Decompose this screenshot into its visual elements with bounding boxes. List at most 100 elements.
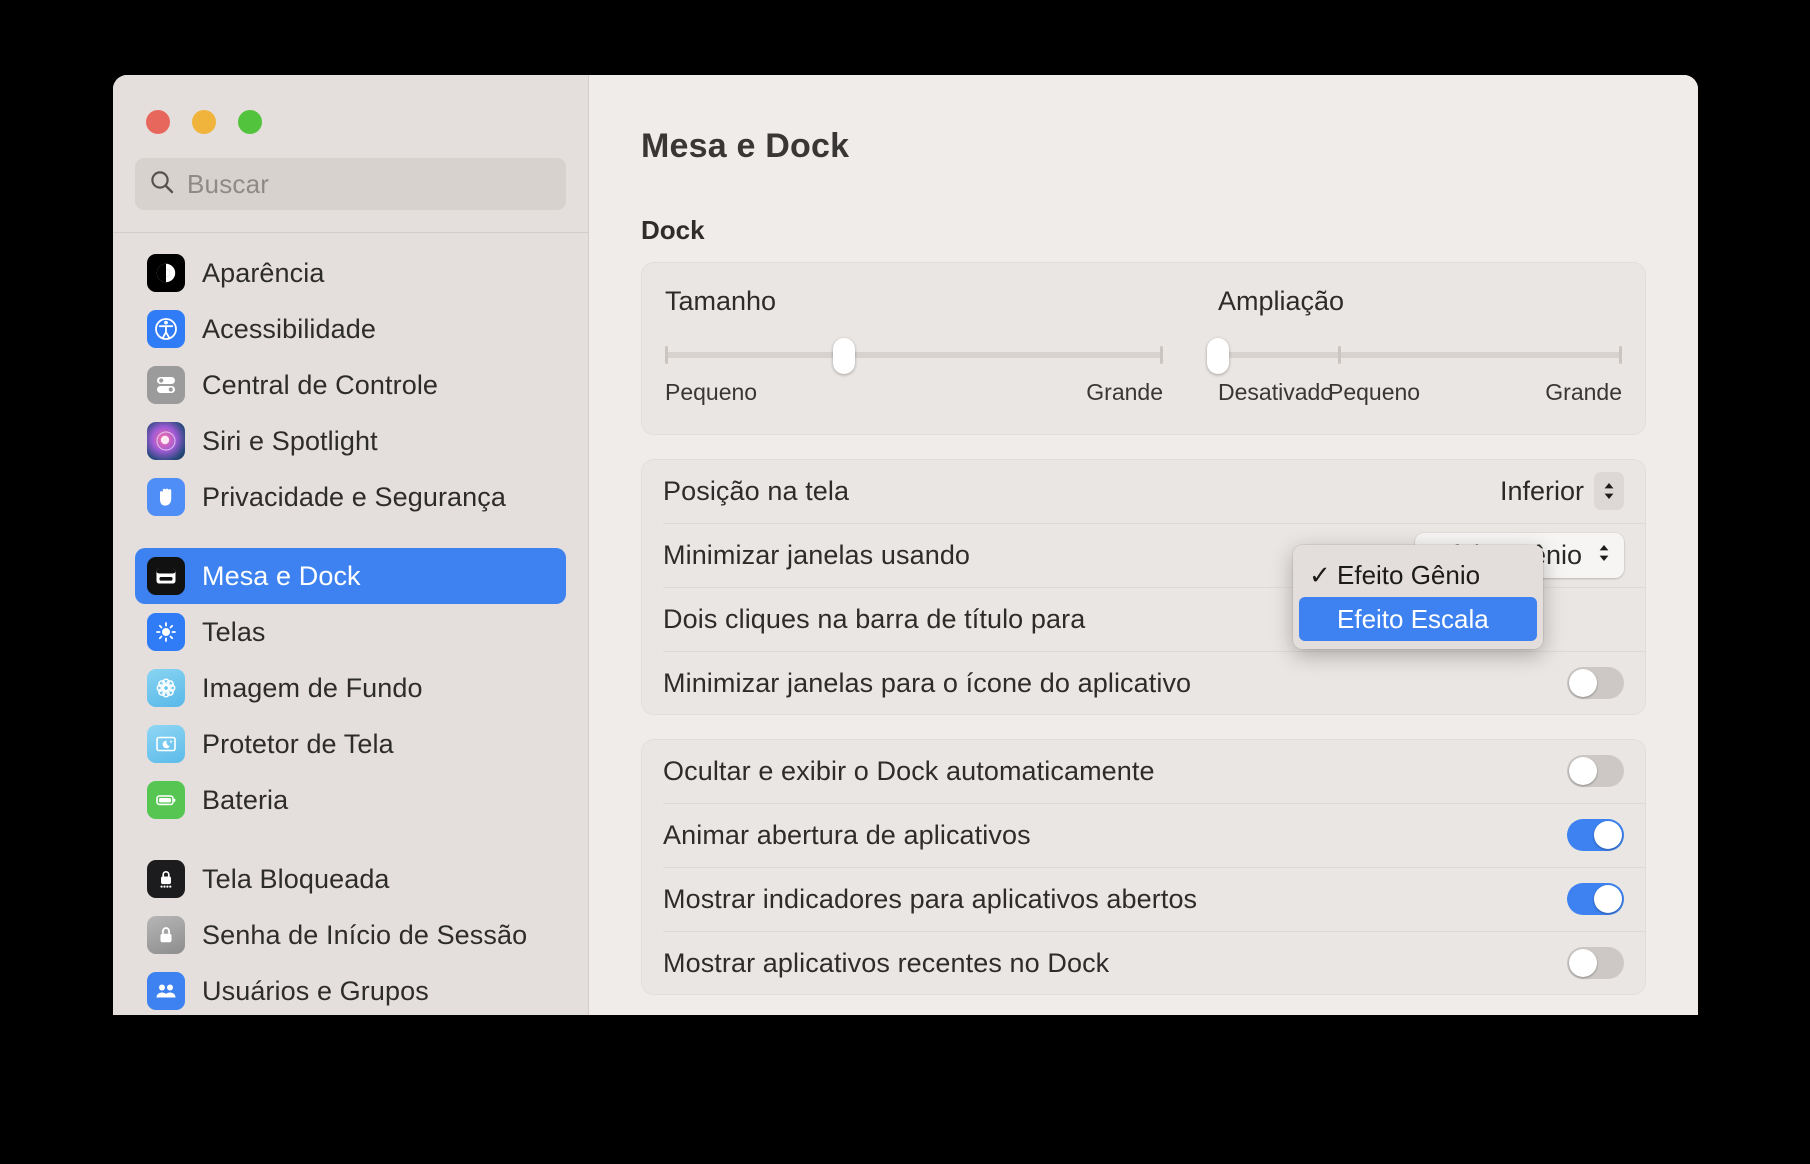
sidebar-item-telas[interactable]: Telas: [135, 604, 566, 660]
dock-behaviour-card: Ocultar e exibir o Dock automaticamente …: [641, 739, 1646, 995]
dock-magnification-max-label: Grande: [1545, 379, 1622, 405]
dock-size-min-label: Pequeno: [665, 379, 758, 405]
toggle-thumb: [1569, 757, 1597, 785]
search-input[interactable]: Buscar: [135, 158, 566, 210]
toggle-thumb: [1594, 821, 1622, 849]
control-center-icon: [147, 366, 185, 404]
sidebar-item-protetor-de-tela[interactable]: Protetor de Tela: [135, 716, 566, 772]
privacy-hand-icon: [147, 478, 185, 516]
sidebar-item-label: Usuários e Grupos: [202, 975, 429, 1006]
close-window-button[interactable]: [146, 110, 170, 134]
accessibility-icon: [147, 310, 185, 348]
sidebar-item-mesa-e-dock[interactable]: Mesa e Dock: [135, 548, 566, 604]
row-autohide-dock[interactable]: Ocultar e exibir o Dock automaticamente: [641, 739, 1646, 803]
row-label: Mostrar indicadores para aplicativos abe…: [663, 883, 1198, 914]
autohide-dock-toggle[interactable]: [1567, 755, 1624, 787]
dock-magnification-off-label: Desativado: [1218, 379, 1334, 405]
dock-size-slider[interactable]: [665, 335, 1163, 375]
search-icon: [149, 169, 175, 200]
toggle-thumb: [1594, 885, 1622, 913]
slider-knob[interactable]: [1207, 338, 1229, 374]
dock-sliders-card: Tamanho Pequeno Grande Ampliação Desativ…: [641, 262, 1646, 435]
sidebar-item-usuarios-e-grupos[interactable]: Usuários e Grupos: [135, 963, 566, 1015]
sidebar-item-label: Telas: [202, 616, 266, 647]
search-container: Buscar: [113, 134, 588, 210]
dock-magnification-label: Ampliação: [1218, 286, 1345, 316]
screensaver-moon-icon: [147, 725, 185, 763]
row-screen-position[interactable]: Posição na tela Inferior: [641, 459, 1646, 523]
slider-tick-max: [1619, 346, 1622, 364]
dock-size-max-label: Grande: [1086, 379, 1163, 405]
slider-knob[interactable]: [833, 338, 856, 374]
sidebar-item-siri-e-spotlight[interactable]: Siri e Spotlight: [135, 413, 566, 469]
sidebar-item-label: Tela Bloqueada: [202, 863, 390, 894]
sidebar-item-label: Central de Controle: [202, 369, 439, 400]
search-placeholder: Buscar: [187, 168, 270, 199]
sidebar-item-central-de-controle[interactable]: Central de Controle: [135, 357, 566, 413]
users-groups-icon: [147, 972, 185, 1010]
chevron-up-down-icon: [1596, 540, 1612, 571]
menu-item-label: Efeito Gênio: [1337, 559, 1481, 590]
popup-value: Inferior: [1499, 475, 1584, 506]
row-minimize-into-app-icon[interactable]: Minimizar janelas para o ícone do aplica…: [641, 651, 1646, 715]
row-show-open-app-indicators[interactable]: Mostrar indicadores para aplicativos abe…: [641, 867, 1646, 931]
wallpaper-flower-icon: [147, 669, 185, 707]
sidebar-item-label: Acessibilidade: [202, 313, 376, 344]
lock-screen-icon: [147, 860, 185, 898]
row-label: Ocultar e exibir o Dock automaticamente: [663, 755, 1155, 786]
toggle-thumb: [1569, 669, 1597, 697]
dock-magnification-slider-group: Ampliação Desativado Pequeno Grande: [1163, 286, 1622, 413]
section-title-dock: Dock: [641, 215, 705, 245]
show-open-app-indicators-toggle[interactable]: [1567, 883, 1624, 915]
row-label: Minimizar janelas para o ícone do aplica…: [663, 667, 1192, 698]
slider-track: [665, 352, 1163, 358]
appearance-icon: [147, 254, 185, 292]
sidebar-group-2: Mesa e Dock Telas Imagem de Fundo Protet…: [135, 548, 566, 828]
slider-tick-small: [1338, 346, 1341, 364]
sidebar-item-senha-de-inicio-de-sessao[interactable]: Senha de Início de Sessão: [135, 907, 566, 963]
menu-item-efeito-escala[interactable]: Efeito Escala: [1299, 597, 1537, 641]
dock-magnification-min-label: Pequeno: [1328, 379, 1421, 405]
minimize-window-button[interactable]: [192, 110, 216, 134]
login-password-lock-icon: [147, 916, 185, 954]
sidebar-item-aparencia[interactable]: Aparência: [135, 245, 566, 301]
menu-item-efeito-genio[interactable]: ✓ Efeito Gênio: [1299, 553, 1537, 597]
sidebar-item-label: Bateria: [202, 784, 289, 815]
siri-icon: [147, 422, 185, 460]
dock-size-label: Tamanho: [665, 286, 777, 316]
dock-magnification-slider[interactable]: [1207, 335, 1622, 375]
sidebar-item-label: Mesa e Dock: [202, 560, 361, 591]
sidebar-item-privacidade-e-seguranca[interactable]: Privacidade e Segurança: [135, 469, 566, 525]
sidebar-item-label: Imagem de Fundo: [202, 672, 423, 703]
dock-size-slider-group: Tamanho Pequeno Grande: [665, 286, 1163, 413]
row-show-recent-apps[interactable]: Mostrar aplicativos recentes no Dock: [641, 931, 1646, 995]
screen: Buscar Aparência Acessibilidade Central …: [0, 0, 1810, 1164]
sidebar-item-tela-bloqueada[interactable]: Tela Bloqueada: [135, 851, 566, 907]
sidebar: Buscar Aparência Acessibilidade Central …: [113, 75, 589, 1015]
sidebar-item-imagem-de-fundo[interactable]: Imagem de Fundo: [135, 660, 566, 716]
sidebar-item-label: Aparência: [202, 257, 325, 288]
show-recent-apps-toggle[interactable]: [1567, 947, 1624, 979]
sidebar-nav: Aparência Acessibilidade Central de Cont…: [113, 233, 588, 1015]
minimize-effect-dropdown-menu[interactable]: ✓ Efeito Gênio Efeito Escala: [1293, 545, 1543, 649]
battery-icon: [147, 781, 185, 819]
page-title: Mesa e Dock: [641, 127, 850, 165]
sidebar-group-1: Aparência Acessibilidade Central de Cont…: [135, 245, 566, 525]
minimize-into-app-icon-toggle[interactable]: [1567, 667, 1624, 699]
slider-tick-min: [665, 346, 668, 364]
row-label: Posição na tela: [663, 475, 850, 506]
row-label: Animar abertura de aplicativos: [663, 819, 1031, 850]
toggle-thumb: [1569, 949, 1597, 977]
sidebar-item-acessibilidade[interactable]: Acessibilidade: [135, 301, 566, 357]
zoom-window-button[interactable]: [238, 110, 262, 134]
chevron-up-down-icon: [1594, 472, 1624, 510]
row-label: Mostrar aplicativos recentes no Dock: [663, 947, 1110, 978]
sidebar-item-bateria[interactable]: Bateria: [135, 772, 566, 828]
screen-position-popup-button[interactable]: Inferior: [1500, 472, 1624, 510]
sidebar-group-3: Tela Bloqueada Senha de Início de Sessão: [135, 851, 566, 1015]
sidebar-item-label: Protetor de Tela: [202, 728, 394, 759]
animate-opening-apps-toggle[interactable]: [1567, 819, 1624, 851]
menu-item-label: Efeito Escala: [1337, 603, 1489, 634]
row-animate-opening-apps[interactable]: Animar abertura de aplicativos: [641, 803, 1646, 867]
sidebar-item-label: Siri e Spotlight: [202, 425, 378, 456]
